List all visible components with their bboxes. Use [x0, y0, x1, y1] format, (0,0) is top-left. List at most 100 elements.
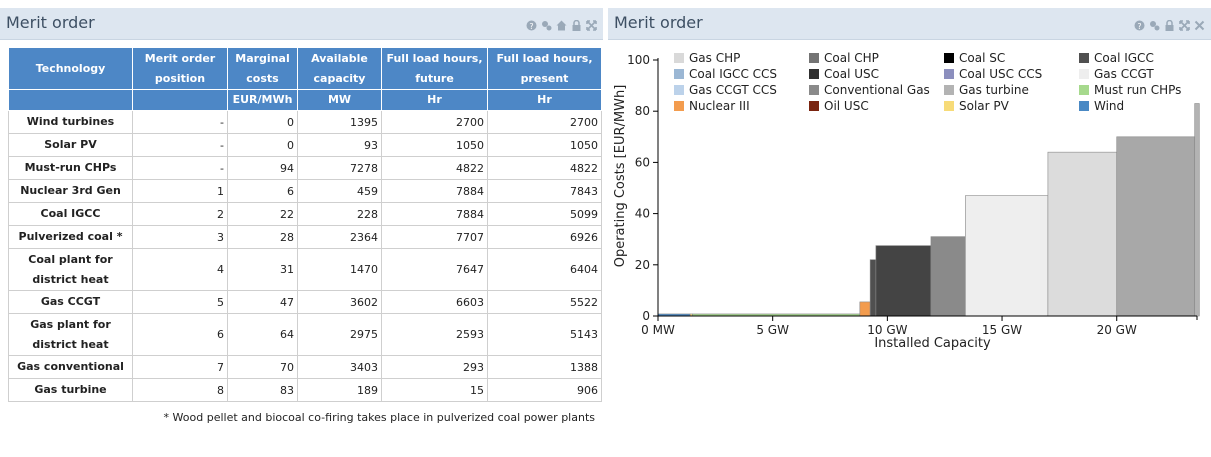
marginal-costs-cell: 47	[227, 290, 298, 314]
x-axis-title: Installed Capacity	[874, 336, 991, 351]
legend-item[interactable]: Conventional Gas	[809, 83, 930, 97]
legend-item[interactable]: Must run CHPs	[1079, 83, 1181, 97]
bar-conventional-gas[interactable]	[1116, 136, 1196, 317]
position-cell: 2	[132, 202, 228, 226]
settings-icon[interactable]	[1149, 20, 1160, 31]
marginal-costs-cell: 83	[227, 378, 298, 402]
capacity-cell: 189	[297, 378, 382, 402]
column-header[interactable]: Merit order position	[132, 47, 228, 90]
x-tick-label: 20 GW	[1097, 323, 1137, 337]
table-footnote: * Wood pellet and biocoal co-firing take…	[163, 411, 595, 424]
flh-future-cell: 7884	[381, 179, 488, 203]
flh-present-cell: 5522	[487, 290, 602, 314]
legend-swatch	[809, 53, 819, 63]
technology-cell: Pulverized coal *	[8, 225, 133, 249]
table-body: Wind turbines -0 1395 2700 2700 Solar PV -0 93 1…	[8, 110, 602, 402]
bar-nuclear-iii[interactable]	[859, 301, 871, 317]
technology-cell: Wind turbines	[8, 110, 133, 134]
flh-present-cell: 7843	[487, 179, 602, 203]
capacity-cell: 2364	[297, 225, 382, 249]
flh-present-cell: 4822	[487, 156, 602, 180]
home-icon[interactable]	[556, 20, 567, 31]
flh-present-cell: 906	[487, 378, 602, 402]
merit-order-chart-panel: Merit order ? Gas CHP Coal CHP Coal SC Coal…	[608, 0, 1211, 457]
column-header[interactable]: Marginal costs	[227, 47, 298, 90]
lock-icon[interactable]	[1164, 20, 1175, 31]
flh-future-cell: 15	[381, 378, 488, 402]
expand-icon[interactable]	[586, 20, 597, 31]
technology-cell: Gas CCGT	[8, 290, 133, 314]
settings-icon[interactable]	[541, 20, 552, 31]
legend-label: Coal USC CCS	[959, 67, 1042, 81]
close-icon[interactable]	[1194, 20, 1205, 31]
legend-item[interactable]: Oil USC	[809, 99, 869, 113]
legend-label: Gas CCGT	[1094, 67, 1154, 81]
help-icon[interactable]: ?	[526, 20, 537, 31]
position-cell: 8	[132, 378, 228, 402]
legend-item[interactable]: Coal CHP	[809, 51, 879, 65]
flh-present-cell: 2700	[487, 110, 602, 134]
legend-label: Gas CCGT CCS	[689, 83, 777, 97]
legend-item[interactable]: Coal USC	[809, 67, 879, 81]
technology-cell: Coal IGCC	[8, 202, 133, 226]
legend-swatch	[809, 101, 819, 111]
bar-coal-usc[interactable]	[875, 245, 932, 317]
bar-gas-chp[interactable]	[1047, 151, 1118, 317]
table-row: Solar PV -0 93 1050 1050	[8, 133, 602, 157]
flh-future-cell: 4822	[381, 156, 488, 180]
marginal-costs-cell: 64	[227, 313, 298, 356]
legend-item[interactable]: Nuclear III	[674, 99, 750, 113]
legend-swatch	[674, 69, 684, 79]
legend-swatch	[809, 69, 819, 79]
marginal-costs-cell: 22	[227, 202, 298, 226]
bar-coal-chp[interactable]	[930, 236, 966, 317]
capacity-cell: 1470	[297, 248, 382, 291]
table-row: Gas plant for district heat 6 64 2975 2593 51…	[8, 313, 602, 356]
legend-item[interactable]: Coal USC CCS	[944, 67, 1042, 81]
column-header[interactable]: Full load hours, present	[487, 47, 602, 90]
x-tick-label: 15 GW	[982, 323, 1022, 337]
legend-swatch	[674, 85, 684, 95]
position-cell: 1	[132, 179, 228, 203]
chart-bars	[657, 103, 1200, 317]
y-tick-label: 40	[635, 207, 650, 221]
expand-icon[interactable]	[1179, 20, 1190, 31]
legend-swatch	[944, 53, 954, 63]
lock-icon[interactable]	[571, 20, 582, 31]
legend-item[interactable]: Coal SC	[944, 51, 1005, 65]
bar-gas-turbine[interactable]	[1194, 103, 1200, 317]
legend-item[interactable]: Gas CCGT CCS	[674, 83, 777, 97]
unit-header: EUR/MWh	[227, 89, 298, 111]
marginal-costs-cell: 0	[227, 133, 298, 157]
flh-future-cell: 293	[381, 355, 488, 379]
legend-item[interactable]: Gas CCGT	[1079, 67, 1154, 81]
flh-future-cell: 7707	[381, 225, 488, 249]
column-header[interactable]: Available capacity	[297, 47, 382, 90]
legend-label: Coal IGCC CCS	[689, 67, 777, 81]
legend-item[interactable]: Gas CHP	[674, 51, 740, 65]
legend-item[interactable]: Wind	[1079, 99, 1124, 113]
legend-label: Conventional Gas	[824, 83, 930, 97]
y-tick-label: 60	[635, 155, 650, 169]
help-icon[interactable]: ?	[1134, 20, 1145, 31]
position-cell: -	[132, 156, 228, 180]
table-header-row: Technology Merit order position Marginal…	[8, 47, 602, 90]
legend-item[interactable]: Gas turbine	[944, 83, 1029, 97]
legend-label: Gas CHP	[689, 51, 740, 65]
legend-swatch	[809, 85, 819, 95]
column-header[interactable]: Technology	[8, 47, 133, 90]
legend-swatch	[1079, 85, 1089, 95]
legend-item[interactable]: Coal IGCC	[1079, 51, 1154, 65]
column-header[interactable]: Full load hours, future	[381, 47, 488, 90]
legend-item[interactable]: Coal IGCC CCS	[674, 67, 777, 81]
chart-legend: Gas CHP Coal CHP Coal SC Coal IGCC Coal IGCC…	[674, 51, 1181, 113]
table-row: Nuclear 3rd Gen 1 6 459 7884 7843	[8, 179, 602, 203]
legend-label: Wind	[1094, 99, 1124, 113]
legend-item[interactable]: Solar PV	[944, 99, 1010, 113]
bar-gas-ccgt[interactable]	[965, 195, 1049, 317]
flh-future-cell: 7884	[381, 202, 488, 226]
bar-coal-igcc[interactable]	[869, 259, 877, 317]
capacity-cell: 3602	[297, 290, 382, 314]
panel-header: Merit order ?	[0, 8, 603, 40]
legend-swatch	[674, 53, 684, 63]
